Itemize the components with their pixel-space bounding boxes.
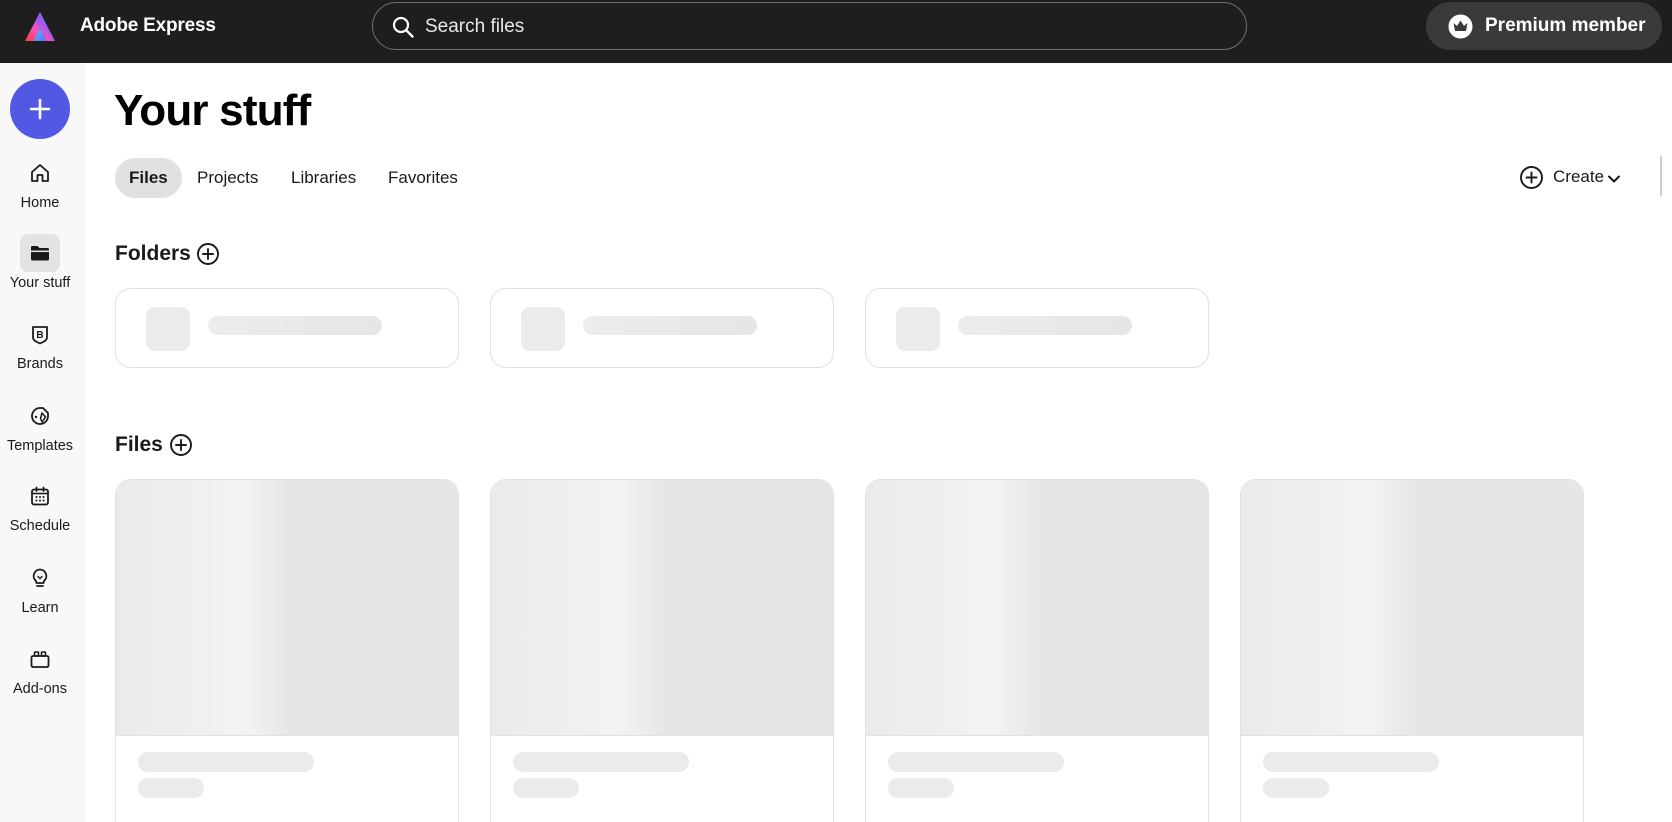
folder-thumb-placeholder — [521, 307, 565, 351]
create-new-button[interactable] — [10, 79, 70, 139]
premium-label: Premium member — [1485, 15, 1646, 36]
chevron-down-icon — [1608, 175, 1620, 183]
rail-icon-wrap — [20, 397, 60, 435]
tab-files[interactable]: Files — [115, 158, 182, 198]
rail-item-label: Templates — [6, 438, 74, 454]
adobe-express-logo-icon[interactable] — [22, 9, 58, 45]
tab-favorites[interactable]: Favorites — [374, 158, 472, 198]
panel-edge-divider — [1660, 156, 1662, 196]
search-icon — [392, 16, 414, 38]
folder-name-placeholder — [208, 316, 382, 335]
file-meta-placeholder — [888, 778, 954, 798]
page-title: Your stuff — [114, 86, 311, 135]
file-meta-placeholder — [513, 778, 579, 798]
rail-item-templates[interactable]: Templates — [0, 397, 80, 467]
file-preview-placeholder — [1241, 480, 1583, 736]
app-name: Adobe Express — [80, 15, 216, 36]
create-label: Create — [1553, 167, 1605, 186]
rail-item-home[interactable]: Home — [0, 154, 80, 224]
add-file-icon[interactable] — [169, 433, 193, 457]
rail-icon-wrap — [20, 154, 60, 192]
file-name-placeholder — [1263, 752, 1439, 772]
folders-heading: Folders — [115, 242, 191, 265]
folder-name-placeholder — [958, 316, 1132, 335]
crown-icon — [1448, 14, 1473, 39]
rail-icon-wrap — [20, 477, 60, 515]
calendar-icon — [31, 486, 49, 506]
files-heading: Files — [115, 433, 163, 456]
rail-item-learn[interactable]: Learn — [0, 559, 80, 629]
top-bar: Adobe Express Search files Premium membe… — [0, 0, 1672, 63]
file-card-placeholder[interactable] — [115, 479, 459, 822]
rail-item-label: Add-ons — [12, 681, 67, 697]
folder-name-placeholder — [583, 316, 757, 335]
tab-projects[interactable]: Projects — [183, 158, 272, 198]
lightbulb-icon — [32, 568, 48, 587]
rail-icon-wrap — [20, 640, 60, 678]
premium-member-button[interactable]: Premium member — [1426, 2, 1662, 50]
file-preview-placeholder — [866, 480, 1208, 736]
home-icon — [31, 164, 49, 182]
file-preview-placeholder — [116, 480, 458, 736]
plus-icon — [29, 98, 51, 120]
file-name-placeholder — [138, 752, 314, 772]
file-card-placeholder[interactable] — [865, 479, 1209, 822]
add-circle-icon — [1520, 166, 1543, 189]
rail-icon-wrap — [20, 234, 60, 272]
svg-text:B: B — [36, 330, 43, 341]
rail-item-add-ons[interactable]: Add-ons — [0, 640, 80, 710]
tab-libraries[interactable]: Libraries — [277, 158, 370, 198]
rail-icon-wrap — [20, 559, 60, 597]
folder-thumb-placeholder — [896, 307, 940, 351]
file-name-placeholder — [888, 752, 1064, 772]
rail-icon-wrap: B — [20, 315, 60, 353]
rail-item-your-stuff[interactable]: Your stuff — [0, 234, 80, 304]
folder-card-placeholder[interactable] — [115, 288, 459, 368]
rail-item-label: Your stuff — [9, 275, 71, 291]
folder-icon — [31, 246, 49, 261]
rail-item-brands[interactable]: B Brands — [0, 315, 80, 385]
rail-item-label: Brands — [17, 356, 63, 372]
rail-item-label: Learn — [21, 600, 59, 616]
file-card-placeholder[interactable] — [1240, 479, 1584, 822]
rail-item-label: Home — [20, 195, 60, 211]
left-rail: Home Your stuff B Brands Templates Sched… — [0, 63, 85, 822]
file-preview-placeholder — [491, 480, 833, 736]
templates-icon — [31, 407, 49, 425]
add-folder-icon[interactable] — [196, 242, 220, 266]
file-card-placeholder[interactable] — [490, 479, 834, 822]
file-meta-placeholder — [138, 778, 204, 798]
rail-item-schedule[interactable]: Schedule — [0, 477, 80, 547]
create-button[interactable]: Create — [1516, 160, 1628, 196]
rail-item-label: Schedule — [9, 518, 71, 534]
file-meta-placeholder — [1263, 778, 1329, 798]
folder-thumb-placeholder — [146, 307, 190, 351]
addons-icon — [30, 651, 50, 668]
brand-icon: B — [32, 326, 48, 345]
folder-card-placeholder[interactable] — [490, 288, 834, 368]
file-name-placeholder — [513, 752, 689, 772]
search-input[interactable]: Search files — [372, 2, 1247, 50]
folder-card-placeholder[interactable] — [865, 288, 1209, 368]
search-placeholder: Search files — [425, 16, 525, 37]
